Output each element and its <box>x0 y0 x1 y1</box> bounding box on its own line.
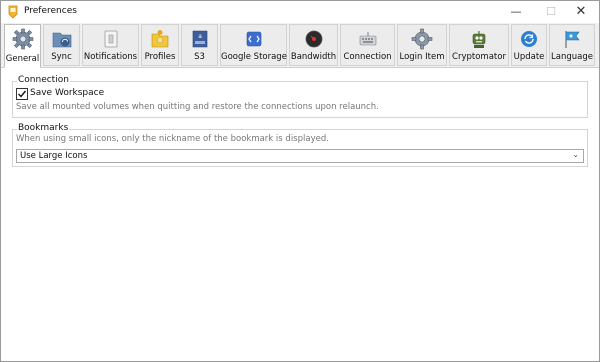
tab-sync[interactable]: Sync <box>43 24 80 66</box>
select-value: Use Large Icons <box>20 151 88 161</box>
sync-folder-icon <box>52 32 71 48</box>
minimize-button[interactable]: — <box>499 1 533 23</box>
tab-language[interactable]: Language <box>549 24 595 66</box>
connection-group-title: Connection <box>17 75 70 85</box>
bookmarks-group-title: Bookmarks <box>17 123 70 133</box>
preferences-tab-bar: General Sync Notifications Profiles a S3… <box>1 23 599 68</box>
maximize-button[interactable]: ☐ <box>534 1 568 23</box>
save-workspace-label: Save Workspace <box>30 88 105 98</box>
preferences-window: Preferences — ☐ ✕ General Sync Notificat… <box>0 0 600 362</box>
tab-google-storage[interactable]: Google Storage <box>220 24 287 66</box>
app-icon <box>8 5 18 19</box>
profiles-folder-icon <box>151 30 169 48</box>
language-flag-icon <box>565 31 580 48</box>
google-storage-icon <box>246 31 261 47</box>
tab-label: S3 <box>194 52 205 62</box>
title-bar: Preferences — ☐ ✕ <box>1 1 599 23</box>
bookmarks-description: When using small icons, only the nicknam… <box>16 134 329 144</box>
tab-label: Profiles <box>144 52 176 62</box>
tab-label: Bandwidth <box>290 52 337 62</box>
tab-label: Notifications <box>83 52 138 62</box>
connection-keyboard-icon <box>359 32 376 46</box>
general-panel: Connection Save Workspace Save all mount… <box>1 68 599 361</box>
tab-cryptomator[interactable]: Cryptomator <box>449 24 509 66</box>
s3-bucket-icon: a <box>192 30 207 48</box>
notification-switch-icon <box>104 30 117 48</box>
connection-description: Save all mounted volumes when quitting a… <box>16 102 379 112</box>
tab-label: Language <box>551 52 593 62</box>
tab-s3[interactable]: a S3 <box>181 24 218 66</box>
checkmark-icon <box>18 90 27 98</box>
tab-update[interactable]: Update <box>511 24 547 66</box>
update-refresh-icon <box>521 31 537 47</box>
save-workspace-checkbox[interactable] <box>16 88 28 100</box>
tab-connection[interactable]: Connection <box>340 24 395 66</box>
bandwidth-gauge-icon <box>305 30 322 48</box>
tab-label: Sync <box>51 52 72 62</box>
tab-label: Cryptomator <box>452 52 506 62</box>
tab-bandwidth[interactable]: Bandwidth <box>289 24 338 66</box>
tab-label: Google Storage <box>221 52 287 62</box>
tab-label: General <box>5 54 40 64</box>
tab-label: Connection <box>343 52 392 62</box>
gear-icon <box>12 28 33 50</box>
tab-profiles[interactable]: Profiles <box>141 24 179 66</box>
window-title: Preferences <box>24 6 77 16</box>
bookmarks-group: Bookmarks When using small icons, only t… <box>12 123 588 167</box>
connection-group: Connection Save Workspace Save all mount… <box>12 75 588 118</box>
bookmark-icon-size-select[interactable]: Use Large Icons ⌄ <box>16 149 584 163</box>
cryptomator-robot-icon <box>472 31 486 48</box>
tab-label: Update <box>513 52 545 62</box>
tab-login-item[interactable]: Login Item <box>397 24 447 66</box>
close-button[interactable]: ✕ <box>564 1 598 23</box>
tab-label: Login Item <box>399 52 445 62</box>
chevron-down-icon: ⌄ <box>572 150 579 159</box>
tab-general[interactable]: General <box>4 24 41 68</box>
tab-notifications[interactable]: Notifications <box>82 24 139 66</box>
login-gear-icon <box>411 28 433 50</box>
